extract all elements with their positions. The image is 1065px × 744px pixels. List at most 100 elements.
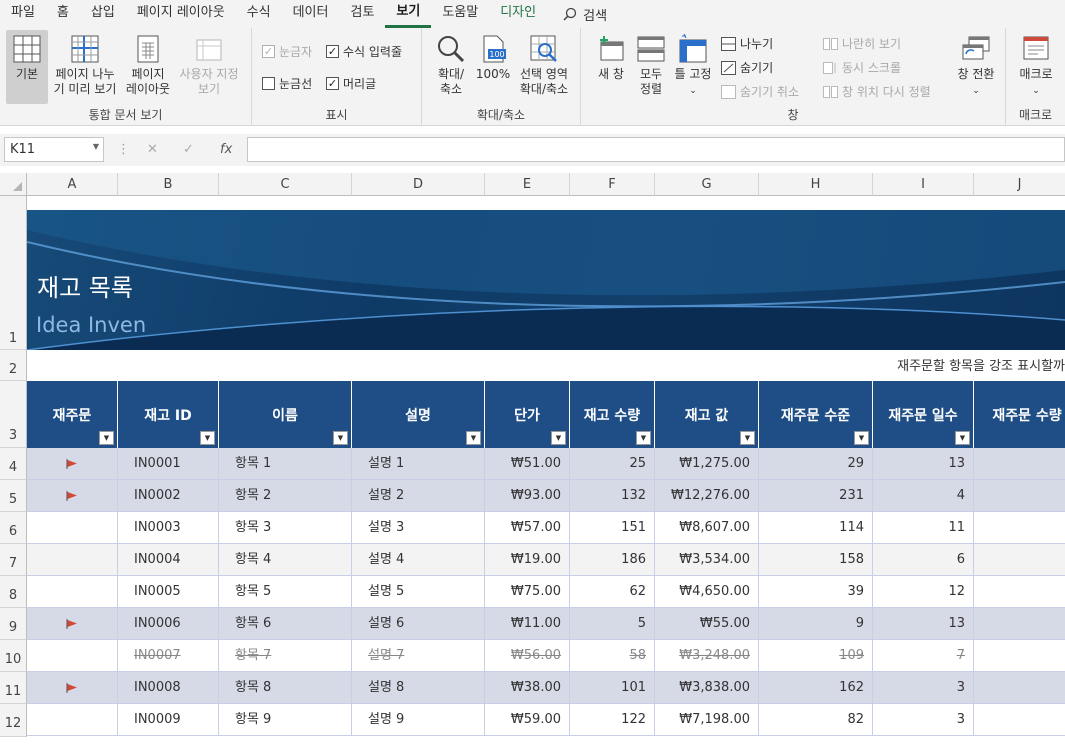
reorder-quantity-cell[interactable]: 150 xyxy=(974,608,1065,639)
reorder-flag-cell[interactable] xyxy=(27,640,118,671)
name-cell[interactable]: 항목 1 xyxy=(219,448,352,479)
filter-dropdown-icon[interactable]: ▼ xyxy=(200,431,215,445)
reorder-level-cell[interactable]: 231 xyxy=(759,480,873,511)
unit-price-cell[interactable]: ₩51.00 xyxy=(485,448,570,479)
reorder-level-cell[interactable]: 162 xyxy=(759,672,873,703)
row-header-6[interactable]: 6 xyxy=(0,512,27,544)
reorder-quantity-cell[interactable]: 150 xyxy=(974,704,1065,735)
tab-help[interactable]: 도움말 xyxy=(431,0,489,28)
inventory-value-cell[interactable]: ₩12,276.00 xyxy=(655,480,759,511)
tab-home[interactable]: 홈 xyxy=(46,0,80,28)
unit-price-cell[interactable]: ₩59.00 xyxy=(485,704,570,735)
reorder-days-cell[interactable]: 6 xyxy=(873,544,974,575)
inventory-value-cell[interactable]: ₩4,650.00 xyxy=(655,576,759,607)
column-header-j[interactable]: J xyxy=(974,173,1065,196)
column-header-d[interactable]: D xyxy=(352,173,485,196)
reorder-flag-cell[interactable] xyxy=(27,608,118,639)
description-cell[interactable]: 설명 2 xyxy=(352,480,485,511)
quantity-cell[interactable]: 132 xyxy=(570,480,655,511)
unit-price-cell[interactable]: ₩75.00 xyxy=(485,576,570,607)
name-cell[interactable]: 항목 2 xyxy=(219,480,352,511)
tab-review[interactable]: 검토 xyxy=(339,0,385,28)
filter-dropdown-icon[interactable]: ▼ xyxy=(636,431,651,445)
reorder-quantity-cell[interactable]: 50 xyxy=(974,544,1065,575)
reorder-level-cell[interactable]: 158 xyxy=(759,544,873,575)
column-header-a[interactable]: A xyxy=(27,173,118,196)
inventory-value-cell[interactable]: ₩8,607.00 xyxy=(655,512,759,543)
formula-input[interactable] xyxy=(247,137,1065,162)
freeze-panes-button[interactable]: 틀 고정 ⌄ xyxy=(671,34,715,99)
filter-dropdown-icon[interactable]: ▼ xyxy=(551,431,566,445)
inventory-id-cell[interactable]: IN0008 xyxy=(118,672,219,703)
unit-price-cell[interactable]: ₩19.00 xyxy=(485,544,570,575)
row-header-10[interactable]: 10 xyxy=(0,640,27,672)
quantity-cell[interactable]: 5 xyxy=(570,608,655,639)
quantity-cell[interactable]: 62 xyxy=(570,576,655,607)
enter-icon[interactable]: ✓ xyxy=(183,142,194,157)
column-header-i[interactable]: I xyxy=(873,173,974,196)
unit-price-cell[interactable]: ₩93.00 xyxy=(485,480,570,511)
name-cell[interactable]: 항목 4 xyxy=(219,544,352,575)
zoom-to-selection-button[interactable]: 선택 영역 확대/축소 xyxy=(514,34,574,97)
name-box[interactable]: K11 ▼ xyxy=(4,137,104,162)
more-options-icon[interactable]: ⋮ xyxy=(117,142,130,157)
row-header-9[interactable]: 9 xyxy=(0,608,27,640)
reorder-days-cell[interactable]: 3 xyxy=(873,672,974,703)
tab-insert[interactable]: 삽입 xyxy=(80,0,126,28)
row-header-4[interactable]: 4 xyxy=(0,448,27,480)
description-cell[interactable]: 설명 8 xyxy=(352,672,485,703)
arrange-all-button[interactable]: 모두 정렬 xyxy=(633,34,669,97)
inventory-value-cell[interactable]: ₩7,198.00 xyxy=(655,704,759,735)
reorder-days-cell[interactable]: 13 xyxy=(873,608,974,639)
split-button[interactable]: 나누기 xyxy=(721,35,773,52)
quantity-cell[interactable]: 101 xyxy=(570,672,655,703)
name-box-dropdown-icon[interactable]: ▼ xyxy=(93,142,99,151)
row-header-12[interactable]: 12 xyxy=(0,704,27,737)
tab-design[interactable]: 디자인 xyxy=(489,0,547,28)
new-window-button[interactable]: 새 창 xyxy=(591,34,631,82)
switch-windows-button[interactable]: 창 전환 ⌄ xyxy=(954,34,998,99)
filter-dropdown-icon[interactable]: ▼ xyxy=(99,431,114,445)
reorder-flag-cell[interactable] xyxy=(27,448,118,479)
search-box[interactable]: 검색 xyxy=(563,5,607,24)
reorder-days-cell[interactable]: 4 xyxy=(873,480,974,511)
filter-dropdown-icon[interactable]: ▼ xyxy=(740,431,755,445)
quantity-cell[interactable]: 58 xyxy=(570,640,655,671)
name-cell[interactable]: 항목 3 xyxy=(219,512,352,543)
quantity-cell[interactable]: 186 xyxy=(570,544,655,575)
row-header-3[interactable]: 3 xyxy=(0,381,27,448)
reorder-days-cell[interactable]: 3 xyxy=(873,704,974,735)
description-cell[interactable]: 설명 1 xyxy=(352,448,485,479)
description-cell[interactable]: 설명 3 xyxy=(352,512,485,543)
reorder-quantity-cell[interactable]: 100 xyxy=(974,672,1065,703)
quantity-cell[interactable]: 25 xyxy=(570,448,655,479)
row-header-8[interactable]: 8 xyxy=(0,576,27,608)
ruler-checkbox[interactable]: ✓ 눈금자 xyxy=(262,43,312,60)
unit-price-cell[interactable]: ₩38.00 xyxy=(485,672,570,703)
reorder-flag-cell[interactable] xyxy=(27,704,118,735)
view-side-by-side-button[interactable]: 나란히 보기 xyxy=(823,35,901,52)
reorder-days-cell[interactable]: 7 xyxy=(873,640,974,671)
reorder-quantity-cell[interactable]: 50 xyxy=(974,448,1065,479)
reorder-level-cell[interactable]: 39 xyxy=(759,576,873,607)
column-header-c[interactable]: C xyxy=(219,173,352,196)
quantity-cell[interactable]: 151 xyxy=(570,512,655,543)
inventory-value-cell[interactable]: ₩55.00 xyxy=(655,608,759,639)
inventory-id-cell[interactable]: IN0002 xyxy=(118,480,219,511)
description-cell[interactable]: 설명 7 xyxy=(352,640,485,671)
row-header-1[interactable]: 1 xyxy=(0,196,27,350)
macros-button[interactable]: 매크로 ⌄ xyxy=(1015,34,1057,99)
reorder-level-cell[interactable]: 114 xyxy=(759,512,873,543)
unit-price-cell[interactable]: ₩56.00 xyxy=(485,640,570,671)
reorder-quantity-cell[interactable]: 50 xyxy=(974,576,1065,607)
inventory-id-cell[interactable]: IN0009 xyxy=(118,704,219,735)
description-cell[interactable]: 설명 4 xyxy=(352,544,485,575)
reorder-level-cell[interactable]: 109 xyxy=(759,640,873,671)
filter-dropdown-icon[interactable]: ▼ xyxy=(333,431,348,445)
inventory-value-cell[interactable]: ₩3,534.00 xyxy=(655,544,759,575)
column-header-e[interactable]: E xyxy=(485,173,570,196)
name-cell[interactable]: 항목 7 xyxy=(219,640,352,671)
tab-page-layout[interactable]: 페이지 레이아웃 xyxy=(126,0,236,28)
row-header-5[interactable]: 5 xyxy=(0,480,27,512)
normal-view-button[interactable]: 기본 xyxy=(6,30,48,104)
